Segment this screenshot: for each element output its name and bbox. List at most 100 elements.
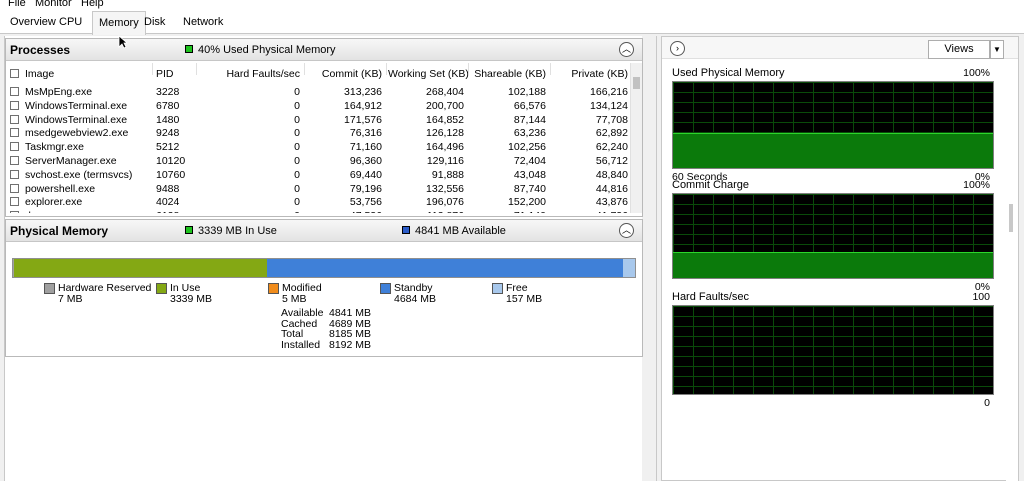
cell-private: 44,816 <box>595 182 628 195</box>
scrollbar-thumb[interactable] <box>633 77 640 89</box>
row-checkbox[interactable] <box>10 211 19 213</box>
processes-header[interactable]: Processes 40% Used Physical Memory ︿ <box>6 39 642 61</box>
cell-commit: 164,912 <box>344 99 382 112</box>
table-row[interactable]: msedgewebview2.exe 9248 0 76,316 126,128 63,2… <box>6 126 630 140</box>
table-row[interactable]: WindowsTerminal.exe 1480 0 171,576 164,852 87… <box>6 113 630 127</box>
row-checkbox[interactable] <box>10 87 19 96</box>
cell-shareable: 87,740 <box>513 182 546 195</box>
table-row[interactable]: Taskmgr.exe 5212 0 71,160 164,496 102,256 62,2… <box>6 140 630 154</box>
column-divider <box>386 63 387 75</box>
table-row[interactable]: powershell.exe 9488 0 79,196 132,556 87,740 44… <box>6 182 630 196</box>
graph-title: Hard Faults/sec <box>672 291 750 303</box>
scrollbar-thumb[interactable] <box>1009 204 1013 232</box>
menu-file[interactable]: File <box>8 0 26 10</box>
row-checkbox[interactable] <box>10 197 19 207</box>
graph-line <box>673 132 993 134</box>
cell-commit: 71,160 <box>349 141 382 154</box>
cell-pid: 6128 <box>156 209 179 213</box>
collapse-processes-button[interactable]: ︿ <box>619 42 634 57</box>
collapse-physical-memory-button[interactable]: ︿ <box>619 223 634 238</box>
left-pane: Processes 40% Used Physical Memory ︿ Ima… <box>4 36 643 481</box>
row-checkbox[interactable] <box>10 128 19 138</box>
cell-image: dwm.exe <box>25 209 67 213</box>
cell-commit: 53,756 <box>349 196 382 209</box>
graphs-scrollbar[interactable] <box>1006 59 1018 481</box>
cell-shareable: 66,576 <box>513 99 546 112</box>
cell-image: MsMpEng.exe <box>25 86 93 98</box>
row-checkbox[interactable] <box>10 169 19 179</box>
legend-item: Free 157 MB <box>492 283 542 305</box>
cell-image: ServerManager.exe <box>25 155 117 167</box>
cell-shareable: 152,200 <box>508 196 546 209</box>
legend-value: 3339 MB <box>170 293 213 305</box>
row-checkbox[interactable] <box>10 142 19 152</box>
table-row[interactable]: MsMpEng.exe 3228 0 313,236 268,404 102,188 166… <box>6 85 630 99</box>
in-use-legend-icon <box>185 226 193 234</box>
views-button[interactable]: Views <box>928 40 990 59</box>
physical-memory-header[interactable]: Physical Memory 3339 MB In Use 4841 MB A… <box>6 220 642 242</box>
tab-cpu[interactable]: CPU <box>53 11 88 34</box>
table-row[interactable]: ServerManager.exe 10120 0 96,360 129,116 72,4… <box>6 154 630 168</box>
table-row[interactable]: explorer.exe 4024 0 53,756 196,076 152,200 43,… <box>6 195 630 209</box>
legend-item: Modified 5 MB <box>268 283 322 305</box>
processes-scrollbar[interactable] <box>630 63 642 213</box>
column-header-image[interactable]: Image <box>25 67 54 81</box>
cell-pid: 6780 <box>156 99 180 112</box>
physical-memory-title: Physical Memory <box>10 224 109 238</box>
tab-disk[interactable]: Disk <box>138 11 171 34</box>
cell-image: Taskmgr.exe <box>25 141 84 154</box>
views-dropdown-arrow-icon[interactable]: ▼ <box>990 40 1004 59</box>
graph-line <box>673 251 993 253</box>
bar-segment-standby <box>267 259 624 277</box>
cell-commit: 79,196 <box>349 182 382 195</box>
menu-help[interactable]: Help <box>81 0 104 10</box>
graph-fill <box>673 252 993 278</box>
cell-shareable: 63,236 <box>513 127 546 140</box>
cell-hard-faults: 0 <box>294 168 300 181</box>
cell-pid: 9248 <box>156 127 180 140</box>
cell-image: explorer.exe <box>25 196 83 209</box>
cell-private: 43,876 <box>595 196 628 209</box>
row-checkbox[interactable] <box>10 183 19 193</box>
cell-working-set: 113,876 <box>388 209 464 213</box>
processes-title: Processes <box>10 43 71 57</box>
graphs-panel: › Views ▼ Used Physical Memory 100% 0% 60 S… <box>661 36 1019 481</box>
column-header-hard-faults[interactable]: Hard Faults/sec <box>198 67 300 81</box>
graph-plot <box>672 305 994 395</box>
column-header-working-set[interactable]: Working Set (KB) <box>388 67 469 81</box>
column-header-pid[interactable]: PID <box>156 67 174 81</box>
cell-commit: 96,360 <box>349 155 382 167</box>
row-checkbox[interactable] <box>10 156 19 165</box>
cell-image: WindowsTerminal.exe <box>25 113 128 126</box>
cell-hard-faults: 0 <box>294 141 300 154</box>
tab-network[interactable]: Network <box>177 11 229 34</box>
legend-swatch <box>380 283 391 294</box>
expand-graphs-button[interactable]: › <box>670 41 685 56</box>
column-header-shareable[interactable]: Shareable (KB) <box>470 67 546 81</box>
legend-value: 157 MB <box>506 293 543 305</box>
graph-title: Used Physical Memory <box>672 67 785 79</box>
available-legend-icon <box>402 226 410 234</box>
legend-swatch <box>492 283 503 294</box>
used-memory-info: 40% Used Physical Memory <box>198 44 336 56</box>
table-row[interactable]: WindowsTerminal.exe 6780 0 164,912 200,700 66… <box>6 99 630 113</box>
column-header-private[interactable]: Private (KB) <box>552 67 628 81</box>
cell-image: svchost.exe (termsvcs) <box>25 168 133 181</box>
cell-commit: 69,440 <box>349 168 382 181</box>
cell-image: powershell.exe <box>25 182 96 195</box>
cell-commit: 171,576 <box>344 113 382 126</box>
menu-monitor[interactable]: Monitor <box>35 0 72 10</box>
cell-private: 134,124 <box>590 99 628 112</box>
table-row[interactable]: svchost.exe (termsvcs) 10760 0 69,440 91,888… <box>6 168 630 182</box>
cell-hard-faults: 0 <box>198 209 300 213</box>
table-row[interactable]: dwm.exe 6128 0 47,536 113,876 71,140 41,736 <box>6 209 630 213</box>
row-checkbox[interactable] <box>10 100 19 110</box>
row-checkbox[interactable] <box>10 114 19 124</box>
cell-hard-faults: 0 <box>294 99 300 112</box>
menu-bar: File Monitor Help <box>0 0 1024 11</box>
graph-max-label: 100% <box>963 67 990 79</box>
legend-swatch <box>268 283 279 294</box>
select-all-checkbox[interactable] <box>10 69 19 78</box>
column-divider <box>550 63 551 75</box>
column-header-commit[interactable]: Commit (KB) <box>306 67 382 81</box>
